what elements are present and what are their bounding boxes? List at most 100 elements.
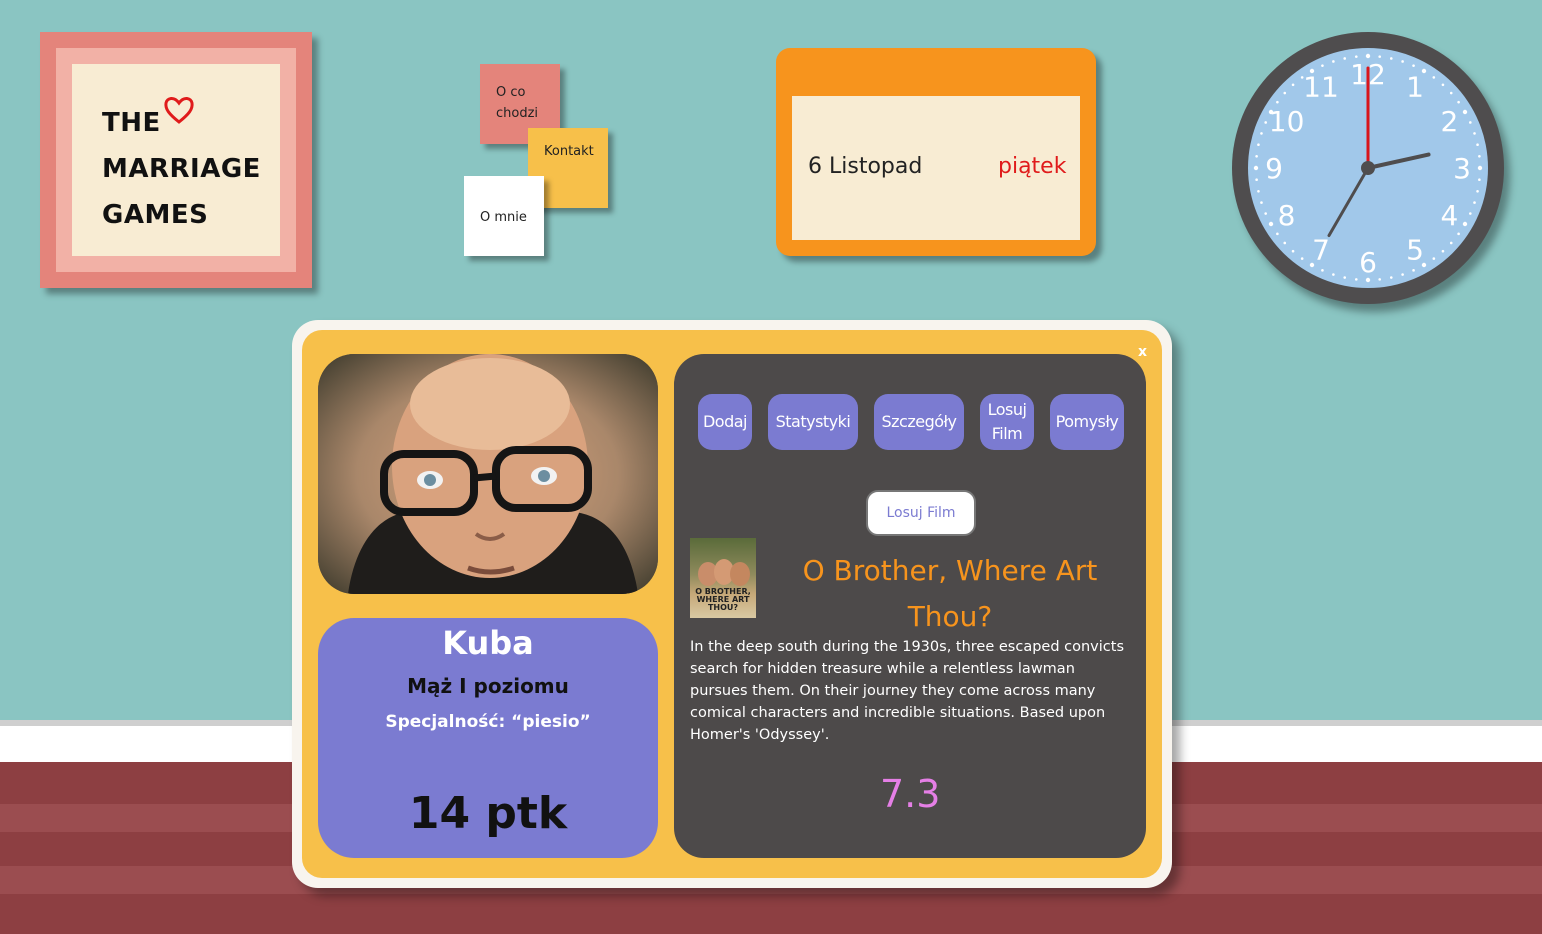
close-button[interactable]: x [1138,344,1147,360]
profile-card: Kuba Mąż I poziomu Specjalność: “piesio”… [318,618,658,858]
clock-tick [1255,154,1258,158]
clock-tick [1449,241,1453,245]
clock-tick [1276,232,1279,236]
poster-art [698,559,750,586]
clock-number: 4 [1440,199,1458,232]
calendar-card: 6 Listopad piątek [792,96,1080,240]
clock-number: 5 [1406,233,1424,266]
random-movie-button[interactable]: Losuj Film [866,490,976,536]
clock-tick [1283,91,1287,95]
calendar: 6 Listopad piątek [776,48,1096,256]
clock-center-pin [1361,161,1375,175]
movie-panel: Dodaj Statystyki Szczegóły Losuj Film Po… [674,354,1146,858]
clock-tick [1257,143,1260,147]
logo-line-1: THE [102,108,161,138]
nav-statystyki-button[interactable]: Statystyki [768,394,858,450]
modal-body: x Kuba Mąż I poziomu Specjalność: “piesi… [302,330,1162,878]
clock-tick [1412,64,1415,67]
profile-points: 14 ptk [408,788,568,839]
calendar-day: piątek [998,154,1067,179]
clock-tick [1260,132,1263,135]
clock-tick [1441,249,1445,253]
profile-modal: x Kuba Mąż I poziomu Specjalność: “piesi… [292,320,1172,888]
clock-tick [1389,57,1393,60]
clock-tick [1283,241,1287,245]
clock-number: 1 [1406,71,1424,104]
avatar [318,354,658,594]
note-o-mnie[interactable]: O mnie [464,176,544,256]
clock-tick [1264,212,1267,215]
calendar-date: 6 Listopad [808,154,923,179]
clock-tick [1457,100,1460,104]
clock-tick [1321,64,1324,67]
profile-photo [318,354,658,594]
clock-tick [1469,121,1472,124]
clock-tick [1291,83,1295,87]
frame-mat: THE MARRIAGE GAMES [56,48,296,272]
clock-tick [1462,109,1468,115]
clock-tick [1478,154,1481,158]
clock-number: 6 [1359,246,1377,279]
clock-face: 12 1234567891011 [1248,48,1488,288]
clock-tick [1389,276,1393,279]
clock-tick [1332,60,1335,63]
note-label: Kontakt [544,144,594,159]
clock-tick [1432,257,1436,260]
clock-number: 9 [1265,152,1283,185]
clock-number: 7 [1312,233,1330,266]
profile-rank: Mąż I poziomu [407,674,569,698]
clock-tick [1457,232,1460,236]
clock-tick [1253,165,1259,171]
clock-tick [1343,57,1347,60]
clock-tick [1343,276,1347,279]
clock-tick [1332,273,1335,276]
clock-tick [1449,91,1453,95]
clock-number: 3 [1453,152,1471,185]
frame-inner: THE MARRIAGE GAMES [72,64,280,256]
clock-tick [1354,278,1358,281]
clock-tick [1378,278,1382,281]
clock-tick [1255,178,1258,182]
clock-tick [1260,201,1263,204]
profile-specialty: Specjalność: “piesio” [385,712,591,732]
logo-frame: THE MARRIAGE GAMES [40,32,312,288]
clock-tick [1257,189,1260,193]
clock-tick [1401,273,1404,276]
clock-tick [1401,60,1404,63]
heart-icon [163,94,195,140]
logo-text: THE MARRIAGE GAMES [102,97,261,238]
clock-tick [1469,212,1472,215]
clock-number: 8 [1278,199,1296,232]
clock-tick [1477,165,1483,171]
poster-title: O BROTHER, WHERE ART THOU? [695,587,751,612]
clock-tick [1462,221,1468,227]
movie-description: In the deep south during the 1930s, thre… [690,639,1125,743]
clock-tick [1321,269,1324,272]
nav-pomysly-button[interactable]: Pomysły [1050,394,1124,450]
profile-name: Kuba [442,624,534,662]
clock-number: 10 [1269,105,1305,138]
nav-dodaj-button[interactable]: Dodaj [698,394,752,450]
nav-szczegoly-button[interactable]: Szczegóły [874,394,964,450]
note-label: O co chodzi [496,85,539,121]
clock-tick [1276,100,1279,104]
clock-tick [1478,178,1481,182]
nav-losuj-film-button[interactable]: Losuj Film [980,394,1034,450]
clock-tick [1432,76,1436,79]
clock-tick [1476,143,1479,147]
clock-number: 11 [1303,71,1339,104]
clock-number: 2 [1440,105,1458,138]
clock-tick [1473,201,1476,204]
wall-clock: 12 1 2 3 4 5 6 7 8 9 10 11 [1232,32,1504,304]
clock-tick [1264,121,1267,124]
clock-tick [1441,83,1445,87]
clock-tick [1476,189,1479,193]
logo-line-2: MARRIAGE [102,154,261,184]
clock-tick [1412,269,1415,272]
movie-title: O Brother, Where Art Thou? [802,554,1098,633]
clock-tick [1291,249,1295,253]
clock-tick [1473,132,1476,135]
movie-poster: O BROTHER, WHERE ART THOU? [690,538,756,618]
logo-line-3: GAMES [102,200,209,230]
movie-rating: 7.3 [880,772,941,816]
